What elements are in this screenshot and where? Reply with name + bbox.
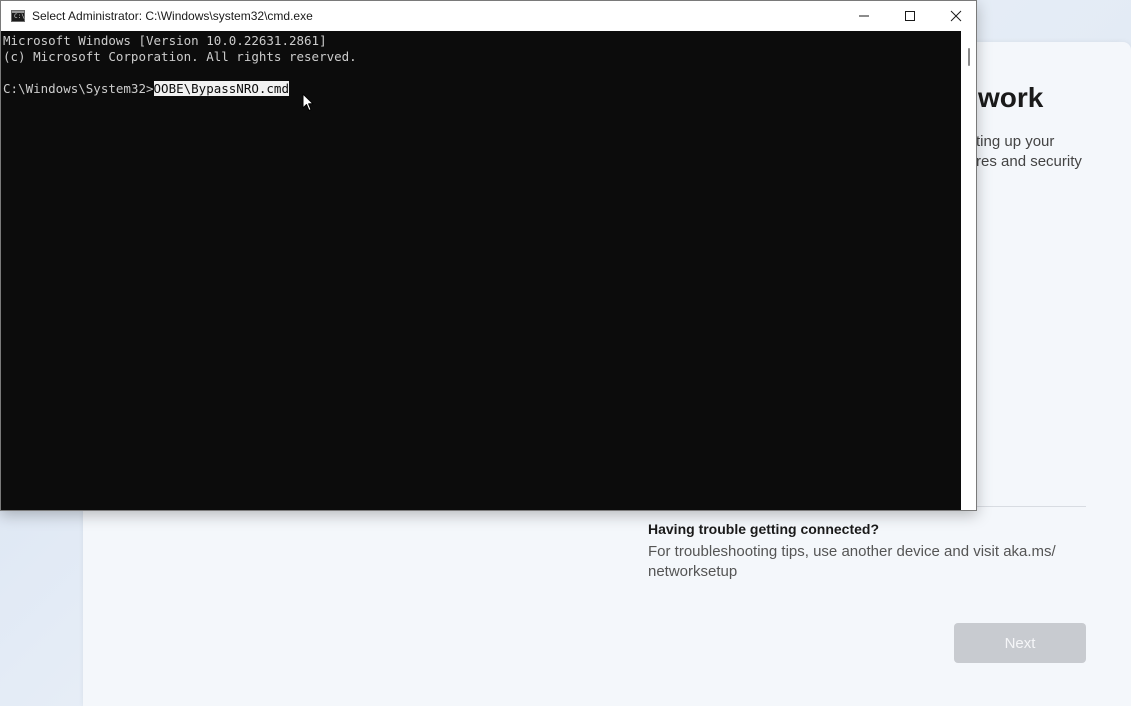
console-output[interactable]: Microsoft Windows [Version 10.0.22631.28… — [1, 31, 961, 510]
oobe-page-title: work — [978, 82, 1044, 113]
minimize-icon — [859, 15, 869, 17]
trouble-help-text: For troubleshooting tips, use another de… — [648, 543, 1056, 580]
console-line-copyright: (c) Microsoft Corporation. All rights re… — [3, 49, 357, 64]
maximize-icon — [905, 11, 915, 21]
close-icon — [950, 10, 962, 22]
cmd-app-icon[interactable]: C:\ — [11, 10, 25, 22]
window-title: Select Administrator: C:\Windows\system3… — [32, 9, 313, 23]
cmd-titlebar[interactable]: C:\ Select Administrator: C:\Windows\sys… — [1, 1, 976, 31]
minimize-button[interactable] — [841, 1, 887, 31]
cmd-window[interactable]: C:\ Select Administrator: C:\Windows\sys… — [0, 0, 977, 511]
cmd-app-icon-text: C:\ — [14, 13, 25, 20]
next-button[interactable]: Next — [954, 623, 1086, 663]
console-scrollbar[interactable] — [961, 31, 976, 510]
console-prompt-line[interactable]: C:\Windows\System32>OOBE\BypassNRO.cmd — [3, 81, 289, 97]
trouble-heading: Having trouble getting connected? — [648, 521, 880, 537]
close-button[interactable] — [933, 1, 979, 31]
mouse-pointer-icon — [302, 93, 314, 111]
scrollbar-thumb[interactable] — [968, 48, 970, 66]
selected-command-text[interactable]: OOBE\BypassNRO.cmd — [153, 81, 289, 96]
console-line-version: Microsoft Windows [Version 10.0.22631.28… — [3, 33, 327, 48]
maximize-button[interactable] — [887, 1, 933, 31]
console-prompt: C:\Windows\System32> — [3, 81, 154, 96]
oobe-page-description: ting up your res and security — [976, 133, 1082, 170]
